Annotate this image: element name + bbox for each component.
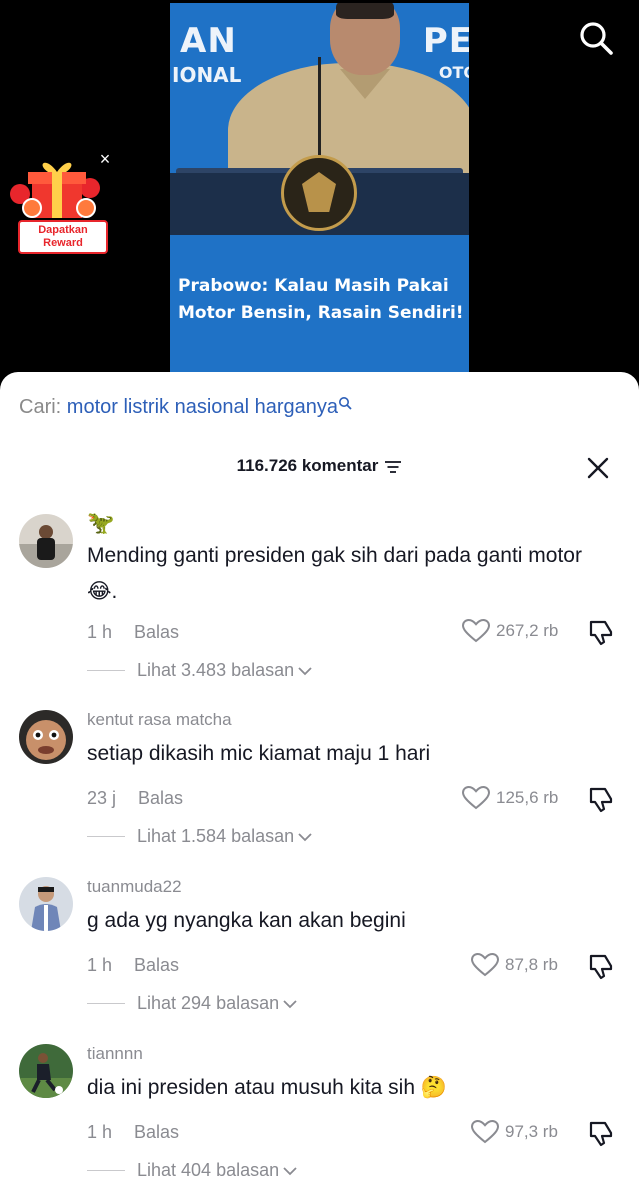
like-button[interactable]: 87,8 rb — [471, 953, 558, 977]
chevron-down-icon — [298, 832, 312, 841]
video-player[interactable]: AN IONAL PE OTO Prabowo: Kalau Masih Pak… — [170, 3, 469, 375]
view-replies-button[interactable]: Lihat 404 balasan — [87, 1160, 297, 1181]
comment-time: 1 h — [87, 1122, 113, 1142]
video-area[interactable]: AN IONAL PE OTO Prabowo: Kalau Masih Pak… — [0, 0, 639, 380]
comments-header: 116.726 komentar — [0, 456, 639, 476]
reply-button[interactable]: Balas — [134, 955, 179, 975]
comment-time: 1 h — [87, 955, 113, 975]
view-replies-label: Lihat 1.584 balasan — [137, 826, 295, 846]
view-replies-button[interactable]: Lihat 1.584 balasan — [87, 826, 312, 847]
avatar[interactable] — [19, 514, 73, 568]
search-query[interactable]: motor listrik nasional harganya — [67, 396, 338, 418]
like-count: 87,8 rb — [505, 955, 558, 974]
garuda-emblem — [281, 155, 357, 231]
backdrop-text: AN — [180, 21, 237, 61]
comment-count: 116.726 komentar — [236, 456, 379, 475]
reward-label: Dapatkan Reward — [18, 220, 108, 254]
heart-icon — [471, 953, 499, 977]
divider — [87, 1003, 125, 1004]
divider — [87, 670, 125, 671]
comment-meta: 23 j Balas — [87, 788, 183, 809]
comment-username[interactable]: tuanmuda22 — [87, 877, 182, 897]
view-replies-button[interactable]: Lihat 3.483 balasan — [87, 660, 312, 681]
close-icon[interactable] — [586, 456, 610, 480]
reward-widget[interactable]: Dapatkan Reward — [8, 150, 108, 260]
like-count: 125,6 rb — [496, 788, 559, 807]
comment-text: setiap dikasih mic kiamat maju 1 hari — [87, 742, 431, 765]
chevron-down-icon — [283, 1166, 297, 1175]
gift-icon — [10, 162, 100, 218]
backdrop-text: PE — [422, 21, 469, 61]
search-icon — [339, 397, 352, 410]
comment-text: Mending ganti presiden gak sih dari pada… — [87, 544, 582, 603]
avatar-image — [19, 514, 73, 568]
dislike-icon[interactable] — [587, 785, 615, 813]
avatar-image — [19, 1044, 73, 1098]
like-count: 97,3 rb — [505, 1122, 558, 1141]
reply-button[interactable]: Balas — [134, 1122, 179, 1142]
comment-username[interactable]: tiannnn — [87, 1044, 143, 1064]
like-button[interactable]: 97,3 rb — [471, 1120, 558, 1144]
comment-meta: 1 h Balas — [87, 955, 179, 976]
backdrop-text: OTO — [438, 63, 469, 82]
filter-icon[interactable] — [384, 460, 402, 474]
close-icon[interactable]: × — [96, 150, 114, 168]
avatar[interactable] — [19, 877, 73, 931]
speaker-hair — [336, 3, 394, 19]
avatar-image — [19, 710, 73, 764]
chevron-down-icon — [298, 666, 312, 675]
reply-button[interactable]: Balas — [138, 788, 183, 808]
dislike-icon[interactable] — [587, 1119, 615, 1147]
like-count: 267,2 rb — [496, 621, 559, 640]
heart-icon — [462, 786, 490, 810]
comment-username[interactable]: kentut rasa matcha — [87, 710, 232, 730]
view-replies-button[interactable]: Lihat 294 balasan — [87, 993, 297, 1014]
comment-text: g ada yg nyangka kan akan begini — [87, 909, 406, 932]
avatar[interactable] — [19, 1044, 73, 1098]
avatar-image — [19, 877, 73, 931]
dislike-icon[interactable] — [587, 952, 615, 980]
divider — [87, 836, 125, 837]
comment-time: 1 h — [87, 622, 113, 642]
search-prefix: Cari: — [19, 396, 62, 418]
view-replies-label: Lihat 404 balasan — [137, 1160, 280, 1180]
view-replies-label: Lihat 3.483 balasan — [137, 660, 295, 680]
avatar[interactable] — [19, 710, 73, 764]
comment-text: dia ini presiden atau musuh kita sih 🤔 — [87, 1076, 448, 1099]
comment-username[interactable]: 🦖 — [87, 510, 114, 536]
like-button[interactable]: 125,6 rb — [462, 786, 558, 810]
divider — [87, 1170, 125, 1171]
reply-button[interactable]: Balas — [134, 622, 179, 642]
comment-time: 23 j — [87, 788, 117, 808]
video-caption: Prabowo: Kalau Masih Pakai Motor Bensin,… — [178, 276, 464, 323]
search-suggestion[interactable]: Cari: motor listrik nasional harganya — [19, 396, 352, 419]
microphone — [318, 57, 321, 167]
heart-icon — [471, 1120, 499, 1144]
like-button[interactable]: 267,2 rb — [462, 619, 558, 643]
view-replies-label: Lihat 294 balasan — [137, 993, 280, 1013]
backdrop-text: IONAL — [172, 63, 242, 87]
chevron-down-icon — [283, 999, 297, 1008]
search-icon[interactable] — [578, 20, 614, 56]
heart-icon — [462, 619, 490, 643]
comment-meta: 1 h Balas — [87, 622, 179, 643]
comment-meta: 1 h Balas — [87, 1122, 179, 1143]
comments-sheet: Cari: motor listrik nasional harganya 11… — [0, 372, 639, 1200]
dislike-icon[interactable] — [587, 618, 615, 646]
